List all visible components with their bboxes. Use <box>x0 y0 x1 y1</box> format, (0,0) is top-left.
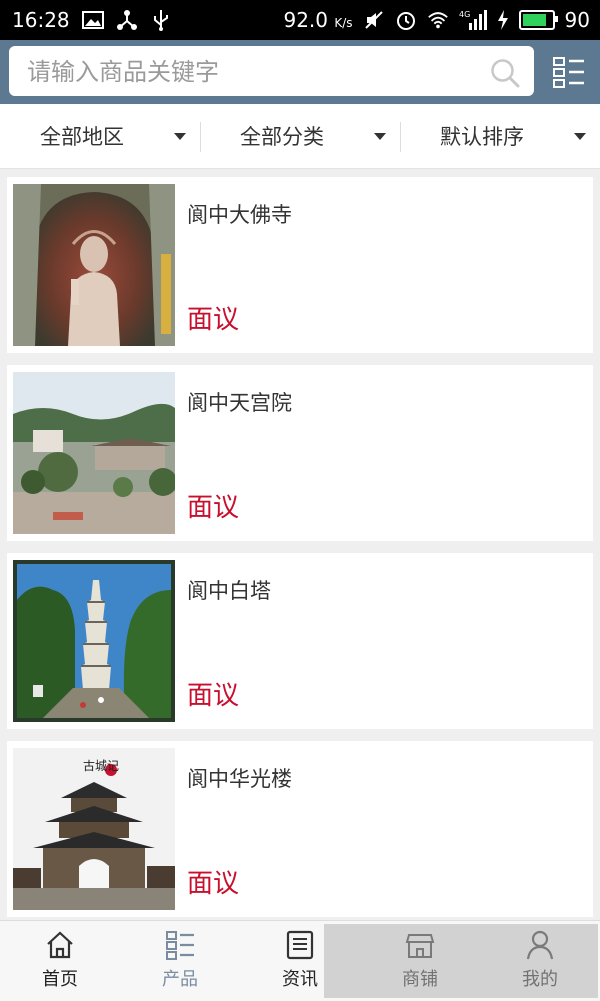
filter-category-label: 全部分类 <box>240 125 324 149</box>
share-icon <box>116 9 138 31</box>
charging-icon <box>497 9 509 31</box>
battery-level: 90 <box>564 8 590 32</box>
caret-down-icon <box>374 133 386 140</box>
seal-text: 古城记 <box>83 758 119 773</box>
image-icon <box>81 9 104 31</box>
nav-products-label: 产品 <box>162 969 198 990</box>
product-card[interactable]: 阆中天宫院 面议 <box>7 365 593 541</box>
nav-home[interactable]: 首页 <box>0 921 120 1001</box>
search-header <box>0 40 600 104</box>
search-input[interactable] <box>25 54 469 90</box>
product-list: 阆中大佛寺 面议 阆中天宫院 面议 阆中白塔 面议 古城记 阆中华光楼 面议 <box>7 177 593 929</box>
bottom-nav: 首页 产品 资讯 商铺 我的 <box>0 920 600 1001</box>
mute-icon <box>363 9 385 31</box>
products-list-icon <box>166 931 194 960</box>
product-title: 阆中大佛寺 <box>187 203 292 227</box>
product-card[interactable]: 古城记 阆中华光楼 面议 <box>7 741 593 917</box>
nav-home-label: 首页 <box>42 969 78 990</box>
product-image-buddha <box>13 184 175 346</box>
filter-category[interactable]: 全部分类 <box>200 104 400 168</box>
product-image-pagoda <box>13 560 175 722</box>
product-card[interactable]: 阆中大佛寺 面议 <box>7 177 593 353</box>
nav-shops-label: 商铺 <box>402 969 438 990</box>
search-icon[interactable] <box>490 58 520 88</box>
product-title: 阆中天宫院 <box>187 391 292 415</box>
category-menu-icon[interactable] <box>552 55 586 89</box>
product-title: 阆中华光楼 <box>187 767 292 791</box>
nav-shops[interactable]: 商铺 <box>360 921 480 1001</box>
filter-sort[interactable]: 默认排序 <box>400 104 600 168</box>
alarm-icon <box>395 9 417 31</box>
product-image-tower: 古城记 <box>13 748 175 910</box>
nav-news[interactable]: 资讯 <box>240 921 360 1001</box>
product-price: 面议 <box>187 305 240 335</box>
filter-region-label: 全部地区 <box>40 125 124 149</box>
product-price: 面议 <box>187 493 240 523</box>
network-speed: 92.0 K/s <box>283 8 353 32</box>
wifi-icon <box>427 9 449 31</box>
user-icon <box>526 930 554 960</box>
filter-region[interactable]: 全部地区 <box>0 104 200 168</box>
product-card[interactable]: 阆中白塔 面议 <box>7 553 593 729</box>
usb-icon <box>150 9 172 31</box>
caret-down-icon <box>174 133 186 140</box>
news-icon <box>286 930 314 960</box>
battery-icon <box>518 10 558 30</box>
status-time: 16:28 <box>12 8 70 32</box>
nav-profile-label: 我的 <box>522 969 558 990</box>
product-title: 阆中白塔 <box>187 579 271 603</box>
home-icon <box>47 931 73 959</box>
svg-text:4G: 4G <box>459 10 470 19</box>
product-price: 面议 <box>187 681 240 711</box>
caret-down-icon <box>574 133 586 140</box>
search-box <box>9 46 534 96</box>
product-image-temple <box>13 372 175 534</box>
filter-bar: 全部地区 全部分类 默认排序 <box>0 104 600 169</box>
nav-profile[interactable]: 我的 <box>480 921 600 1001</box>
nav-products[interactable]: 产品 <box>120 921 240 1001</box>
nav-news-label: 资讯 <box>282 969 318 990</box>
status-bar: 16:28 92.0 K/s 4G 90 <box>0 0 600 40</box>
shop-icon <box>405 934 435 958</box>
filter-sort-label: 默认排序 <box>440 125 524 149</box>
signal-icon: 4G <box>459 9 487 31</box>
product-price: 面议 <box>187 869 240 899</box>
